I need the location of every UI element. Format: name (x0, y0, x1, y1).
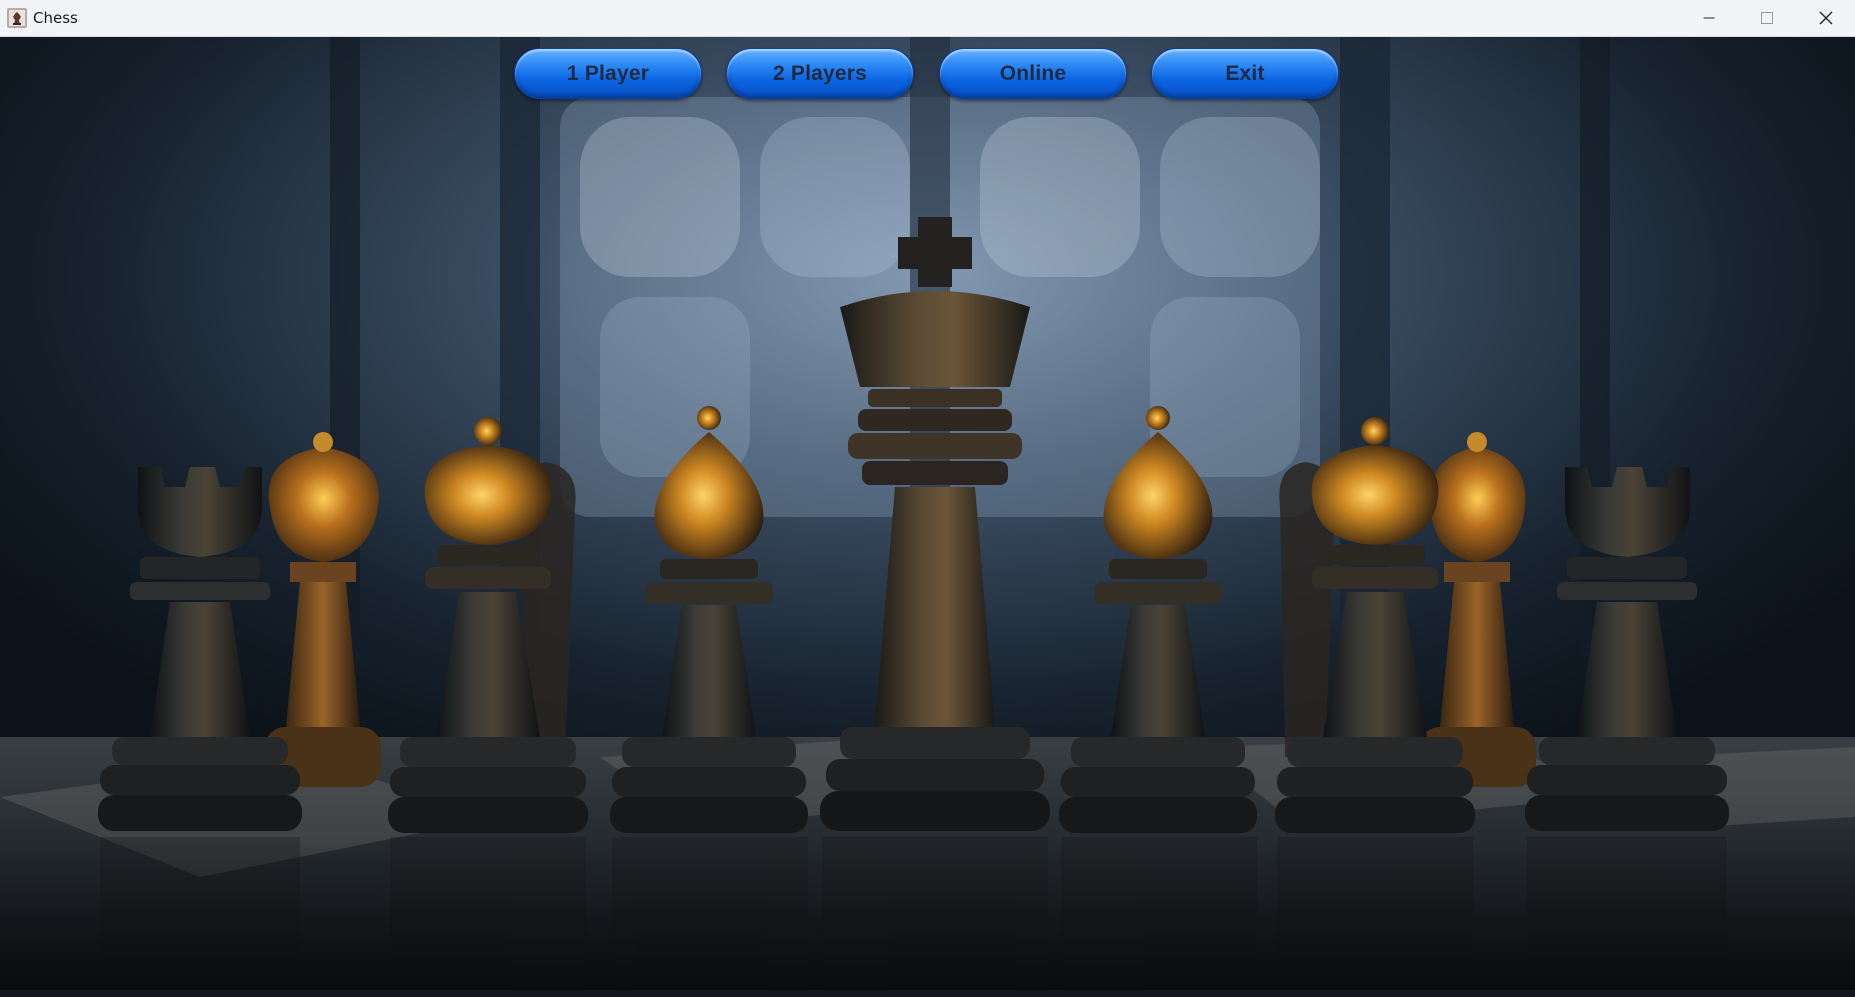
minimize-icon (1703, 17, 1715, 19)
window-bottom-edge (0, 990, 1855, 997)
chess-background-image (0, 37, 1855, 990)
two-players-label: 2 Players (772, 61, 868, 85)
online-button[interactable]: Online (939, 48, 1127, 99)
close-button[interactable] (1797, 0, 1855, 36)
maximize-icon (1761, 12, 1773, 24)
title-bar: Chess (0, 0, 1855, 37)
two-players-button[interactable]: 2 Players (726, 48, 914, 99)
exit-label: Exit (1225, 61, 1265, 85)
exit-button[interactable]: Exit (1151, 48, 1339, 99)
chess-piece-icon (7, 8, 27, 28)
minimize-button[interactable] (1680, 0, 1738, 36)
maximize-button[interactable] (1738, 0, 1796, 36)
one-player-button[interactable]: 1 Player (514, 48, 702, 99)
close-icon (1819, 11, 1833, 25)
online-label: Online (999, 61, 1067, 85)
window-title: Chess (33, 9, 78, 27)
one-player-label: 1 Player (566, 61, 650, 85)
chess-window: Chess 1 Player 2 Players Online Exit (0, 0, 1855, 997)
